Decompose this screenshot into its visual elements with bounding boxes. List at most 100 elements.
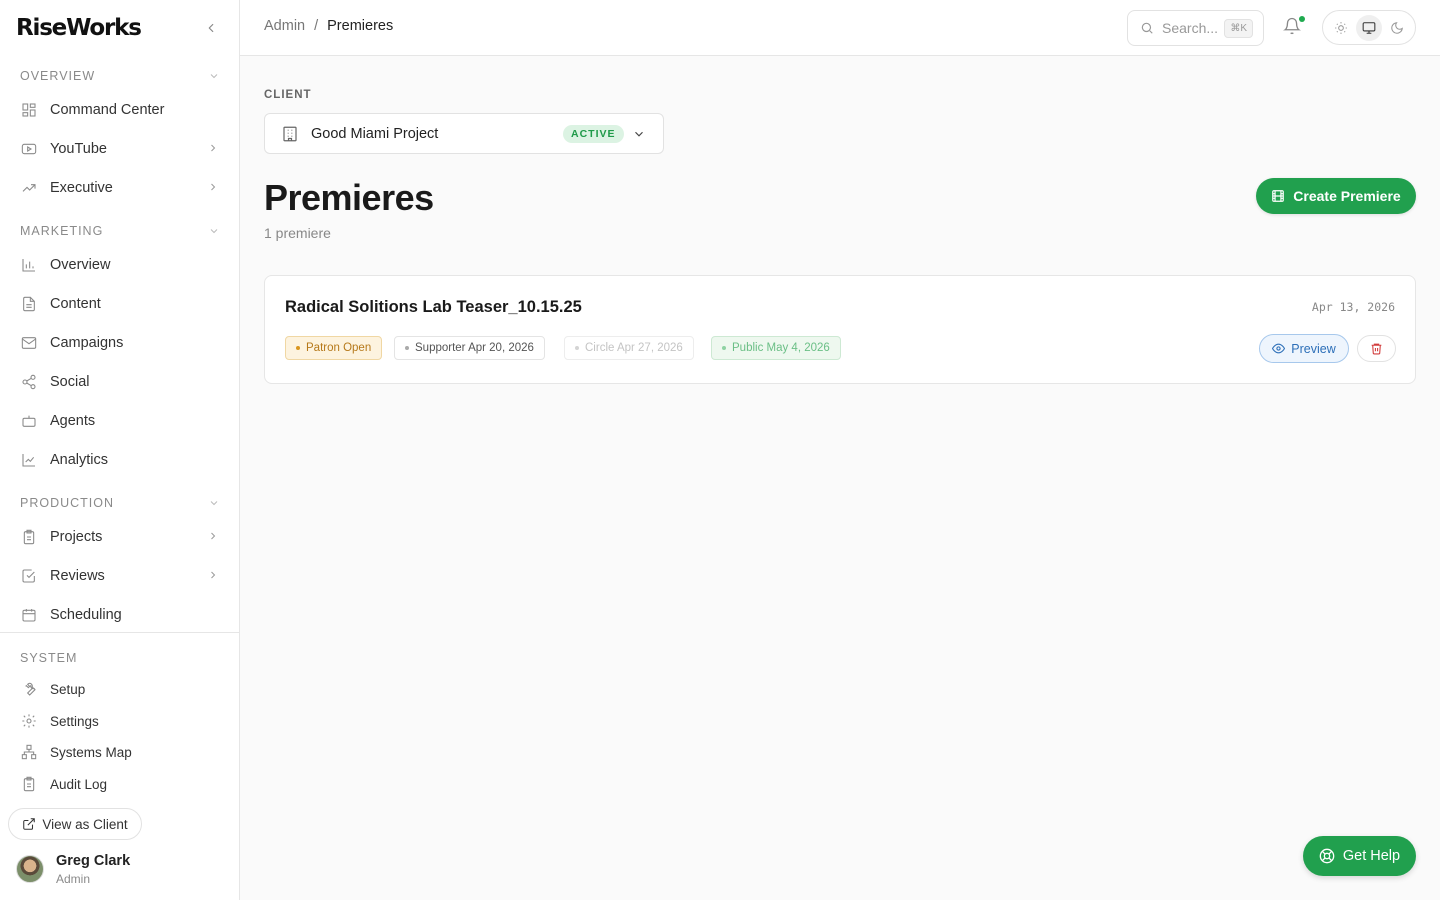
sidebar-item-agents[interactable]: Agents [8,403,231,439]
sidebar-item-label: YouTube [50,141,107,157]
sidebar-item-audit-log[interactable]: Audit Log [8,770,231,798]
status-dot [575,346,579,350]
document-icon [20,295,38,313]
section-header-overview[interactable]: OVERVIEW [20,66,220,86]
search-input[interactable]: Search... ⌘K [1127,10,1264,46]
notifications-button[interactable] [1283,16,1305,39]
sidebar-item-label: Executive [50,180,113,196]
section-title: SYSTEM [20,651,78,665]
avatar [16,855,44,883]
sidebar-item-label: Setup [50,681,86,697]
sidebar-item-setup[interactable]: Setup [8,675,231,703]
share-icon [20,373,38,391]
sidebar-item-command-center[interactable]: Command Center [8,92,231,128]
sidebar-item-label: Content [50,296,101,312]
sidebar-item-marketing-overview[interactable]: Overview [8,247,231,283]
sidebar-item-projects[interactable]: Projects [8,519,231,555]
sidebar-item-youtube[interactable]: YouTube [8,131,231,167]
moon-icon [1391,21,1403,34]
line-chart-icon [20,451,38,469]
sun-icon [1335,21,1347,34]
chevron-down-icon [210,501,218,506]
gear-icon [20,712,38,730]
view-as-client-button[interactable]: View as Client [8,808,142,840]
sidebar-item-label: Overview [50,257,111,273]
tier-label: Patron Open [306,342,372,354]
section-title: MARKETING [20,224,104,238]
system-theme-button[interactable] [1356,14,1382,41]
breadcrumb: Admin / Premieres [264,18,393,34]
user-name: Greg Clark [56,852,131,869]
preview-button[interactable]: Preview [1259,334,1349,363]
tier-badge-supporter: Supporter Apr 20, 2026 [394,336,545,360]
status-dot [296,346,300,350]
search-icon [1141,22,1153,34]
network-icon [20,743,38,761]
chevron-right-icon [211,144,216,152]
client-name: Good Miami Project [311,125,439,142]
tier-label: Circle Apr 27, 2026 [585,342,683,354]
sidebar-item-label: Scheduling [50,607,122,623]
sidebar-item-label: Settings [50,713,99,729]
sidebar-item-executive[interactable]: Executive [8,170,231,206]
light-theme-button[interactable] [1328,15,1354,41]
breadcrumb-admin[interactable]: Admin [264,18,305,34]
preview-label: Preview [1291,341,1336,356]
clipboard-icon [20,528,38,546]
user-profile[interactable]: Greg Clark Admin [16,850,130,888]
status-dot [722,346,726,350]
get-help-button[interactable]: Get Help [1303,836,1416,876]
sidebar-item-scheduling[interactable]: Scheduling [8,597,231,632]
check-square-icon [20,567,38,585]
premiere-card[interactable]: Radical Solitions Lab Teaser_10.15.25 Ap… [264,275,1416,384]
sidebar-item-label: Systems Map [50,744,132,760]
sidebar-item-settings[interactable]: Settings [8,707,231,735]
sidebar-item-reviews[interactable]: Reviews [8,558,231,594]
chevron-down-icon [210,74,218,79]
dark-theme-button[interactable] [1384,15,1410,41]
topbar: Admin / Premieres Search... ⌘K [240,0,1440,56]
sidebar-item-label: Agents [50,413,96,429]
sidebar-item-social[interactable]: Social [8,364,231,400]
status-dot [405,346,409,350]
notification-dot [1299,16,1305,22]
client-selector[interactable]: Good Miami Project ACTIVE [264,113,664,154]
premiere-title: Radical Solitions Lab Teaser_10.15.25 [285,298,582,316]
bar-chart-icon [20,256,38,274]
chevron-down-icon [635,131,643,137]
building-icon [281,125,299,143]
collapse-sidebar-button[interactable] [201,18,221,38]
page-title: Premieres [264,177,434,218]
search-shortcut: ⌘K [1224,19,1253,38]
create-premiere-button[interactable]: Create Premiere [1256,178,1416,214]
sidebar-item-label: Audit Log [50,776,108,792]
breadcrumb-current: Premieres [327,18,394,34]
chevron-right-icon [211,183,216,191]
section-header-production[interactable]: PRODUCTION [20,493,220,513]
tier-badge-patron: Patron Open [285,336,383,360]
page-subtitle: 1 premiere [264,225,331,241]
trend-icon [20,179,38,197]
section-title: PRODUCTION [20,496,115,510]
sidebar-item-content[interactable]: Content [8,286,231,322]
monitor-icon [1362,21,1376,34]
section-title: OVERVIEW [20,69,96,83]
film-icon [1272,190,1285,202]
sidebar-item-analytics[interactable]: Analytics [8,442,231,478]
search-placeholder: Search... [1162,20,1219,36]
brand-name: RiseWorks [16,15,142,41]
breadcrumb-separator: / [314,18,319,34]
calendar-icon [20,606,38,624]
chevron-right-icon [211,532,216,540]
eye-icon [1272,343,1286,354]
chevron-down-icon [210,229,218,234]
brand-logo[interactable]: RiseWorks [16,12,142,44]
clipboard-icon [20,775,38,793]
section-header-marketing[interactable]: MARKETING [20,221,220,241]
delete-button[interactable] [1357,335,1396,362]
tier-label: Supporter Apr 20, 2026 [415,342,534,354]
create-premiere-label: Create Premiere [1293,188,1401,204]
sidebar-item-systems-map[interactable]: Systems Map [8,738,231,766]
sidebar-item-campaigns[interactable]: Campaigns [8,325,231,361]
status-badge: ACTIVE [563,125,624,143]
